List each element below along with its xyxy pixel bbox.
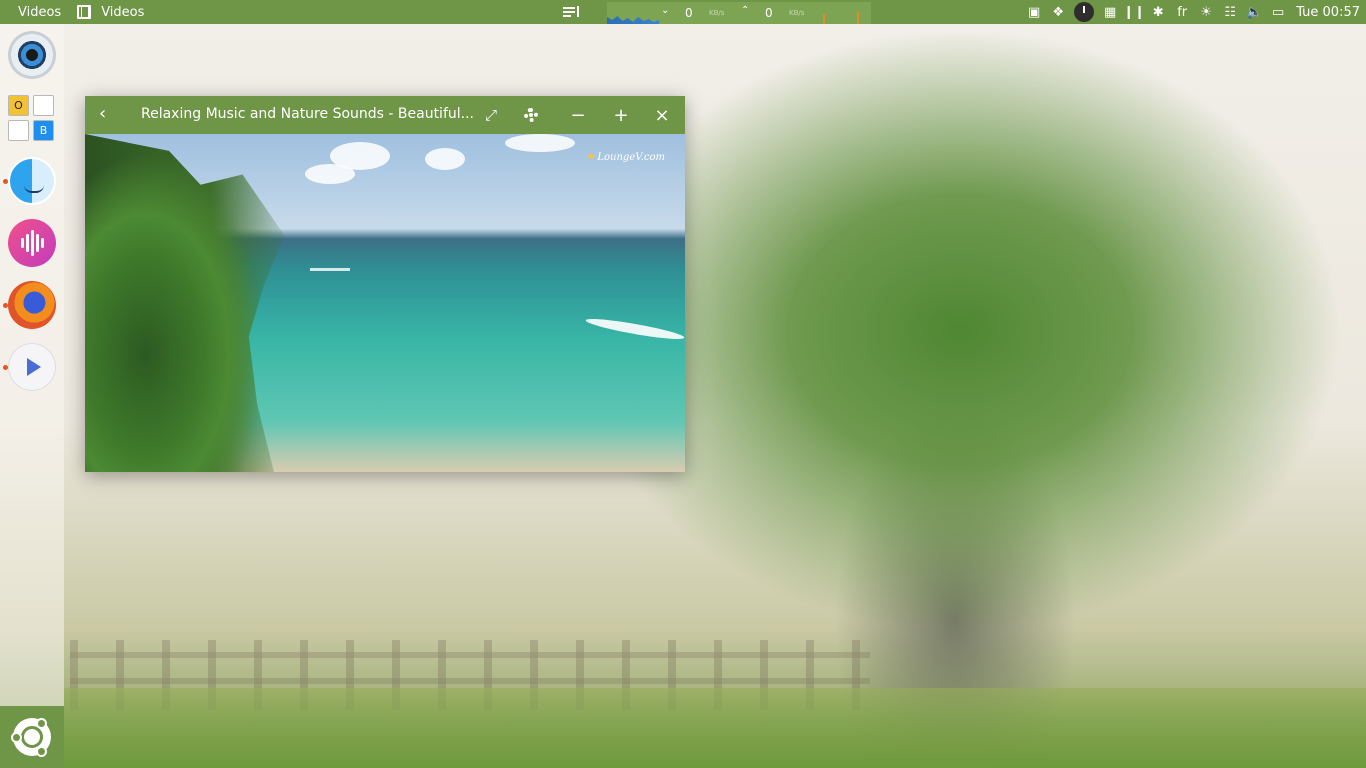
video-window: ‹ Relaxing Music and Nature Sounds - Bea… bbox=[85, 96, 685, 472]
webcam-app-icon[interactable] bbox=[8, 31, 56, 79]
keyboard-layout-indicator[interactable]: fr bbox=[1170, 0, 1194, 24]
net-speed-indicator[interactable]: ⌄ 0 KB/s ⌃ 0 KB/s bbox=[607, 2, 871, 24]
qr-code-icon[interactable]: ▦ bbox=[1098, 0, 1122, 24]
dropbox-icon[interactable]: ❖ bbox=[1046, 0, 1070, 24]
net-activity-tick bbox=[857, 12, 859, 24]
indicator-area bbox=[563, 0, 581, 24]
star-icon: ✸ bbox=[586, 152, 596, 163]
audio-recorder-app-icon[interactable] bbox=[8, 219, 56, 267]
firefox-app-icon[interactable] bbox=[8, 281, 56, 329]
ubuntu-logo-icon bbox=[11, 718, 51, 757]
back-arrow-icon[interactable]: ‹ bbox=[99, 105, 117, 125]
window-title: Videos bbox=[101, 4, 145, 20]
system-tray: ▣ ❖ ▦ ❙❙ ✱ fr ☀ ☷ 🔈 ▭ Tue 00:57 bbox=[1022, 0, 1366, 24]
video-title: Relaxing Music and Nature Sounds - Beaut… bbox=[141, 106, 474, 122]
net-activity-tick bbox=[823, 14, 825, 24]
ob-cell: O bbox=[8, 95, 29, 116]
ob-cell bbox=[8, 120, 29, 141]
finder-app-icon[interactable] bbox=[8, 157, 56, 205]
battery-icon[interactable]: ▭ bbox=[1266, 0, 1290, 24]
settings-gear-icon[interactable] bbox=[519, 103, 543, 127]
net-down-unit: KB/s bbox=[709, 9, 725, 17]
fullscreen-icon[interactable]: ⤢ bbox=[479, 103, 503, 127]
ob-cell bbox=[33, 95, 54, 116]
bluetooth-icon[interactable]: ✱ bbox=[1146, 0, 1170, 24]
wallpaper-grass bbox=[64, 688, 1366, 768]
top-panel: Videos Videos ⌄ 0 KB/s ⌃ 0 KB/s ▣ ❖ ▦ ❙❙… bbox=[0, 0, 1366, 24]
film-icon bbox=[77, 5, 92, 19]
audio-wave-icon[interactable]: ❙❙ bbox=[1122, 0, 1146, 24]
ob-cell: B bbox=[33, 120, 54, 141]
app-menu[interactable]: Videos bbox=[18, 5, 61, 20]
net-speed-graph bbox=[607, 16, 659, 24]
brightness-icon[interactable]: ☀ bbox=[1194, 0, 1218, 24]
chevron-down-icon: ⌄ bbox=[661, 5, 670, 16]
ob-app-icon[interactable]: O B bbox=[8, 95, 56, 143]
ubuntu-menu-button[interactable] bbox=[0, 706, 64, 768]
close-icon[interactable]: × bbox=[650, 103, 674, 127]
chevron-up-icon: ⌃ bbox=[741, 5, 750, 16]
clock-icon[interactable] bbox=[1074, 2, 1095, 22]
net-down-value: 0 bbox=[685, 6, 693, 20]
screenshot-camera-icon[interactable]: ▣ bbox=[1022, 0, 1046, 24]
video-window-header: ‹ Relaxing Music and Nature Sounds - Bea… bbox=[85, 96, 685, 134]
volume-icon[interactable]: 🔈 bbox=[1242, 0, 1266, 24]
video-frame[interactable]: ✸ LoungeV.com bbox=[85, 134, 685, 472]
net-up-value: 0 bbox=[765, 6, 773, 20]
dock-launcher: O B bbox=[0, 24, 64, 768]
minimize-icon[interactable]: − bbox=[566, 103, 590, 127]
video-cloud bbox=[425, 148, 465, 170]
clock[interactable]: Tue 00:57 bbox=[1296, 5, 1360, 20]
video-cloud bbox=[505, 134, 575, 152]
music-playlist-icon[interactable] bbox=[563, 5, 581, 19]
video-cloud bbox=[305, 164, 355, 184]
net-up-unit: KB/s bbox=[789, 9, 805, 17]
video-wave bbox=[310, 268, 350, 271]
video-player-app-icon[interactable] bbox=[8, 343, 56, 391]
video-wave bbox=[584, 315, 685, 343]
network-icon[interactable]: ☷ bbox=[1218, 0, 1242, 24]
video-watermark: ✸ LoungeV.com bbox=[587, 152, 665, 163]
maximize-plus-icon[interactable]: + bbox=[609, 103, 633, 127]
video-cliff bbox=[85, 134, 285, 472]
watermark-text: LoungeV.com bbox=[597, 152, 665, 163]
